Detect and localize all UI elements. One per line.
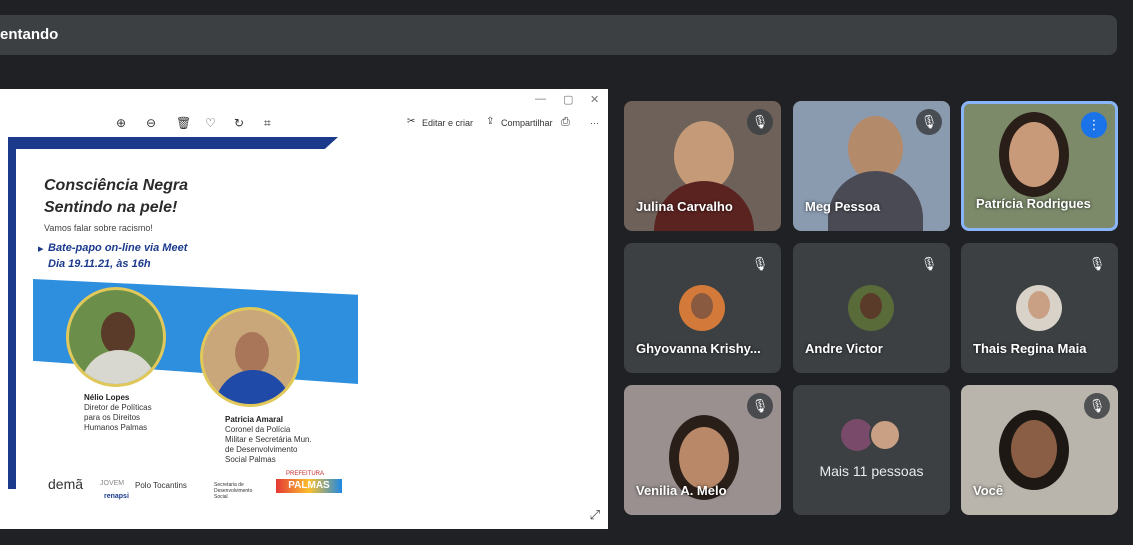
participant-video-face [1011,420,1057,478]
speaking-indicator-icon: ⋮ [1081,112,1107,138]
participant-name: Thais Regina Maia [973,341,1087,356]
participant-name: Você [973,483,1004,498]
avatar [848,285,894,331]
speaker1-role-2: para os Direitos [84,413,141,422]
maximize-button[interactable]: ▢ [563,93,573,106]
avatar [1016,285,1062,331]
secretaria-logo-text: Secretaria de Desenvolvimento Social [214,482,253,500]
jovem-logo-text: JOVEM [100,480,125,487]
more-participants-label: Mais 11 pessoas [819,463,924,479]
speaker2-role-4: Social Palmas [225,455,276,464]
speaker1-face [101,312,135,354]
dema-logo: demã [48,476,84,492]
participant-name: Venilia A. Melo [636,483,727,498]
more-participants-tile[interactable]: Mais 11 pessoas [793,385,950,515]
mic-off-icon: 🎙 [1084,393,1110,419]
presenting-text: entando [0,26,59,43]
participant-tile-julina[interactable]: 🎙 Julina Carvalho [624,101,781,231]
edit-create-button[interactable]: Editar e criar [422,118,473,128]
speaker2-role-2: Militar e Secretária Mun. [225,435,312,444]
crop-icon[interactable]: ⌗ [264,116,271,131]
close-button[interactable]: ✕ [590,93,599,106]
participant-tile-venilia[interactable]: 🎙 Venilia A. Melo [624,385,781,515]
print-icon[interactable]: ⎙ [561,116,570,129]
poster-title-line2: Sentindo na pele! [44,199,178,216]
poster-top-stripe [8,137,338,149]
mic-off-icon: 🎙 [1088,256,1106,271]
speaker1-shirt [81,350,157,384]
avatar-face [1028,291,1050,319]
participant-video-face [679,427,729,489]
avatar-face [860,293,882,319]
participant-tile-ghyovanna[interactable]: 🎙 Ghyovanna Krishy... [624,243,781,373]
edit-icon[interactable]: ✂ [407,116,415,127]
speaker2-photo [200,307,300,407]
participant-tile-self[interactable]: 🎙 Você [961,385,1118,515]
participant-name: Ghyovanna Krishy... [636,341,761,356]
speaker2-face [235,332,269,374]
poster-subtitle: Vamos falar sobre racismo! [44,223,153,233]
speaker1-role-3: Humanos Palmas [84,423,148,432]
participant-name: Meg Pessoa [805,199,881,214]
participant-tile-andre[interactable]: 🎙 Andre Victor [793,243,950,373]
zoom-out-icon[interactable]: ⊖ [146,116,156,130]
participant-name: Andre Victor [805,341,883,356]
palmas-logo: PALMAS [276,479,342,493]
participant-name: Julina Carvalho [636,199,733,214]
renapsi-logo-text: renapsi [104,493,129,500]
mic-off-icon: 🎙 [747,109,773,135]
zoom-in-icon[interactable]: ⊕ [116,116,126,130]
photo-viewer-toolbar: — ▢ ✕ ⊕ ⊖ 🗑 ♡ ↻ ⌗ ✂ Editar e criar ⇪ Com… [0,89,608,137]
speaker2-role-3: de Desenvolvimento [225,445,298,454]
more-options-button[interactable]: ··· [590,118,599,128]
delete-icon[interactable]: 🗑 [176,116,191,130]
shared-screen: — ▢ ✕ ⊕ ⊖ 🗑 ♡ ↻ ⌗ ✂ Editar e criar ⇪ Com… [0,89,608,529]
speaker1-name: Nélio Lopes [84,393,130,402]
share-icon[interactable]: ⇪ [486,116,494,127]
avatar-face [691,293,713,319]
participant-tile-thais[interactable]: 🎙 Thais Regina Maia [961,243,1118,373]
speaker2-name: Patricia Amaral [225,415,283,424]
presentation-banner: entando [0,15,1117,55]
poster-meet-line1: Bate-papo on-line via Meet [48,242,188,254]
rotate-icon[interactable]: ↻ [234,116,244,130]
speaker1-role-1: Diretor de Políticas [84,403,152,412]
mic-off-icon: 🎙 [747,393,773,419]
mic-off-icon: 🎙 [916,109,942,135]
speaker2-role-1: Coronel da Polícia [225,425,291,434]
minimize-button[interactable]: — [535,93,546,105]
play-arrow-icon: ▸ [38,243,44,255]
participant-name: Patrícia Rodrigues [976,196,1091,211]
avatar [869,419,901,451]
poster-side-stripe [8,137,16,489]
participant-tile-patricia[interactable]: ⋮ Patrícia Rodrigues [961,101,1118,231]
avatar [679,285,725,331]
participant-video-face [1009,122,1059,187]
prefeitura-text: PREFEITURA [286,471,325,477]
participant-tile-meg[interactable]: 🎙 Meg Pessoa [793,101,950,231]
speaker2-blouse [215,370,291,404]
expand-icon[interactable]: ⤢ [590,507,600,523]
speaker1-photo [66,287,166,387]
poster-title-line1: Consciência Negra [44,177,189,194]
polo-tocantins-text: Polo Tocantins [135,481,187,490]
heart-icon[interactable]: ♡ [205,116,216,130]
mic-off-icon: 🎙 [751,256,769,271]
mic-off-icon: 🎙 [920,256,938,271]
share-button[interactable]: Compartilhar [501,118,553,128]
event-poster: Consciência Negra Sentindo na pele! Vamo… [8,137,608,529]
poster-meet-line2: Dia 19.11.21, às 16h [48,258,151,270]
